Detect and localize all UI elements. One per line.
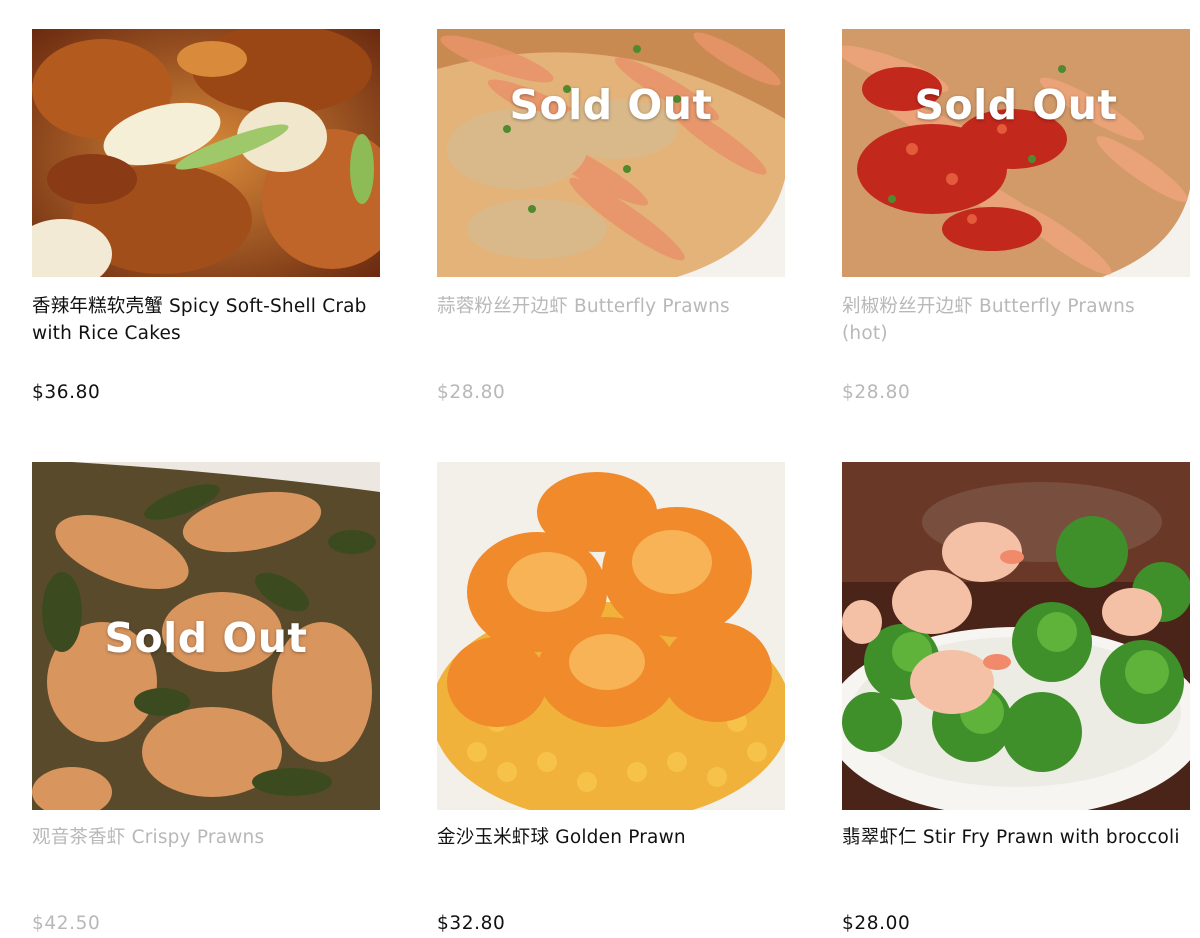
dish-name: 香辣年糕软壳蟹 Spicy Soft-Shell Crab with Rice …	[32, 296, 367, 344]
dish-photo[interactable]	[842, 29, 1190, 277]
dish-photo[interactable]	[437, 462, 785, 810]
dish-price: $28.80	[842, 382, 911, 403]
dish-name: 金沙玉米虾球 Golden Prawn	[437, 827, 686, 848]
dish-price: $32.80	[437, 913, 506, 934]
menu-grid: 香辣年糕软壳蟹 Spicy Soft-Shell Crab with Rice …	[0, 0, 1200, 938]
dish-name: 蒜蓉粉丝开边虾 Butterfly Prawns	[437, 296, 730, 317]
dish-photo[interactable]	[32, 462, 380, 810]
dish-name: 剁椒粉丝开边虾 Butterfly Prawns (hot)	[842, 296, 1135, 344]
dish-photo[interactable]	[842, 462, 1190, 810]
dish-price: $28.80	[437, 382, 506, 403]
dish-name: 观音茶香虾 Crispy Prawns	[32, 827, 265, 848]
dish-price: $36.80	[32, 382, 101, 403]
dish-price: $28.00	[842, 913, 911, 934]
dish-name: 翡翠虾仁 Stir Fry Prawn with broccoli	[842, 827, 1180, 848]
dish-photo[interactable]	[437, 29, 785, 277]
dish-price: $42.50	[32, 913, 101, 934]
dish-photo[interactable]	[32, 29, 380, 277]
